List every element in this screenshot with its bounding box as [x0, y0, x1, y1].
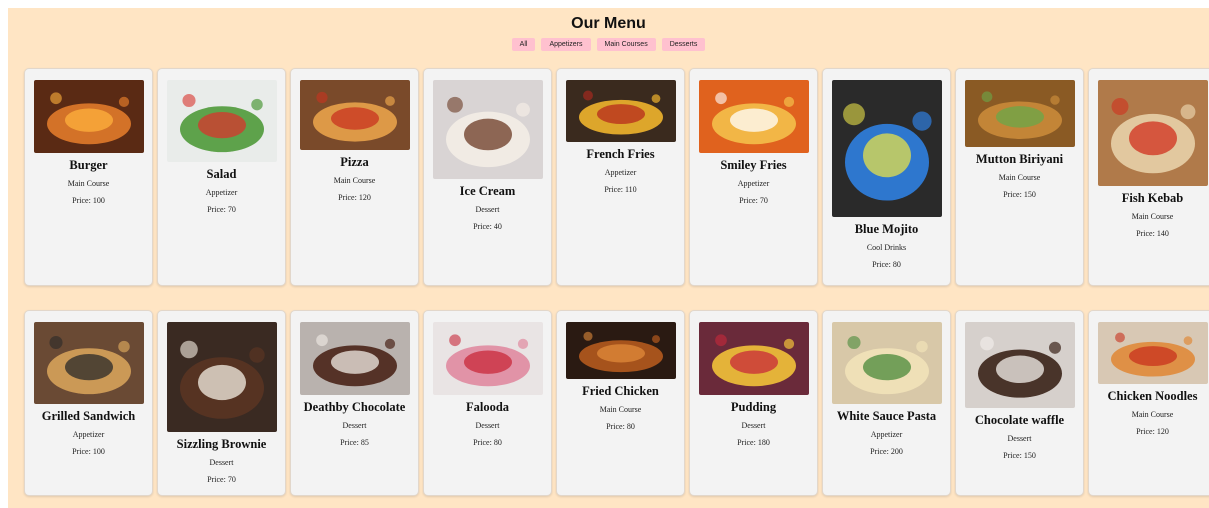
menu-card-burger[interactable]: Burger Main Course Price: 100 [24, 68, 153, 286]
item-category: Dessert [1007, 434, 1032, 443]
menu-card-french-fries[interactable]: French Fries Appetizer Price: 110 [556, 68, 685, 286]
item-category: Dessert [209, 458, 234, 467]
item-price: Price: 140 [1136, 229, 1169, 238]
food-image [432, 80, 543, 179]
menu-card-fried-chicken[interactable]: Fried Chicken Main Course Price: 80 [556, 310, 685, 496]
item-name: Chicken Noodles [1107, 389, 1198, 403]
filter-desserts-button[interactable]: Desserts [661, 38, 706, 51]
menu-card-grilled-sandwich[interactable]: Grilled Sandwich Appetizer Price: 100 [24, 310, 153, 496]
menu-card-white-sauce-pasta[interactable]: White Sauce Pasta Appetizer Price: 200 [822, 310, 951, 496]
menu-card-chicken-noodles[interactable]: Chicken Noodles Main Course Price: 120 [1088, 310, 1209, 496]
item-name: White Sauce Pasta [836, 409, 937, 423]
food-image [1097, 322, 1208, 384]
item-category: Main Course [599, 405, 642, 414]
item-category: Dessert [475, 421, 500, 430]
item-price: Price: 200 [870, 447, 903, 456]
menu-card-falooda[interactable]: Falooda Dessert Price: 80 [423, 310, 552, 496]
item-name: Pudding [730, 400, 777, 414]
item-price: Price: 70 [207, 205, 236, 214]
item-name: Chocolate waffle [974, 413, 1065, 427]
food-image [1097, 80, 1208, 186]
food-image [166, 322, 277, 432]
item-category: Main Course [67, 179, 110, 188]
item-price: Price: 70 [739, 196, 768, 205]
item-name: Grilled Sandwich [41, 409, 136, 423]
item-category: Main Course [1131, 212, 1174, 221]
menu-card-pudding[interactable]: Pudding Dessert Price: 180 [689, 310, 818, 496]
food-image [698, 322, 809, 395]
item-price: Price: 70 [207, 475, 236, 484]
food-image [299, 322, 410, 395]
item-price: Price: 85 [340, 438, 369, 447]
item-price: Price: 80 [606, 422, 635, 431]
item-name: Smiley Fries [720, 158, 787, 172]
filter-appetizers-button[interactable]: Appetizers [541, 38, 591, 51]
menu-card-mutton-biriyani[interactable]: Mutton Biriyani Main Course Price: 150 [955, 68, 1084, 286]
item-category: Main Course [333, 176, 376, 185]
food-image [964, 80, 1075, 147]
item-name: Deathby Chocolate [303, 400, 406, 414]
item-price: Price: 100 [72, 447, 105, 456]
menu-card-blue-mojito[interactable]: Blue Mojito Cool Drinks Price: 80 [822, 68, 951, 286]
menu-card-smiley-fries[interactable]: Smiley Fries Appetizer Price: 70 [689, 68, 818, 286]
filter-main-courses-button[interactable]: Main Courses [596, 38, 656, 51]
food-image [33, 80, 144, 153]
menu-page: Our Menu All Appetizers Main Courses Des… [8, 8, 1209, 508]
item-name: Blue Mojito [854, 222, 919, 236]
menu-row-1: Burger Main Course Price: 100 Salad Appetize… [24, 68, 1209, 286]
item-name: Ice Cream [459, 184, 516, 198]
item-category: Appetizer [737, 179, 770, 188]
item-price: Price: 100 [72, 196, 105, 205]
menu-card-pizza[interactable]: Pizza Main Course Price: 120 [290, 68, 419, 286]
item-category: Main Course [998, 173, 1041, 182]
menu-card-sizzling-brownie[interactable]: Sizzling Brownie Dessert Price: 70 [157, 310, 286, 496]
food-image [831, 322, 942, 404]
food-image [166, 80, 277, 162]
item-price: Price: 80 [872, 260, 901, 269]
menu-card-ice-cream[interactable]: Ice Cream Dessert Price: 40 [423, 68, 552, 286]
food-image [565, 80, 676, 142]
food-image [33, 322, 144, 404]
item-name: French Fries [586, 147, 655, 161]
item-price: Price: 120 [1136, 427, 1169, 436]
item-category: Dessert [342, 421, 367, 430]
menu-card-chocolate-waffle[interactable]: Chocolate waffle Dessert Price: 150 [955, 310, 1084, 496]
menu-card-fish-kebab[interactable]: Fish Kebab Main Course Price: 140 [1088, 68, 1209, 286]
item-category: Main Course [1131, 410, 1174, 419]
food-image [565, 322, 676, 379]
item-price: Price: 180 [737, 438, 770, 447]
filter-bar: All Appetizers Main Courses Desserts [8, 38, 1209, 51]
item-category: Appetizer [870, 430, 903, 439]
item-price: Price: 150 [1003, 190, 1036, 199]
item-price: Price: 120 [338, 193, 371, 202]
item-name: Burger [69, 158, 108, 172]
item-category: Appetizer [72, 430, 105, 439]
item-name: Falooda [465, 400, 510, 414]
item-name: Salad [206, 167, 237, 181]
food-image [698, 80, 809, 153]
item-price: Price: 80 [473, 438, 502, 447]
item-category: Appetizer [604, 168, 637, 177]
item-category: Dessert [475, 205, 500, 214]
item-category: Dessert [741, 421, 766, 430]
food-image [432, 322, 543, 395]
item-category: Appetizer [205, 188, 238, 197]
item-name: Pizza [340, 155, 369, 169]
item-name: Sizzling Brownie [176, 437, 267, 451]
item-name: Mutton Biriyani [975, 152, 1064, 166]
menu-card-salad[interactable]: Salad Appetizer Price: 70 [157, 68, 286, 286]
item-category: Cool Drinks [866, 243, 907, 252]
item-name: Fish Kebab [1121, 191, 1184, 205]
food-image [831, 80, 942, 217]
item-name: Fried Chicken [582, 384, 659, 398]
item-price: Price: 150 [1003, 451, 1036, 460]
food-image [964, 322, 1075, 408]
menu-row-2: Grilled Sandwich Appetizer Price: 100 Sizzl… [24, 310, 1209, 496]
filter-all-button[interactable]: All [511, 38, 536, 51]
item-price: Price: 110 [604, 185, 637, 194]
menu-card-deathby-chocolate[interactable]: Deathby Chocolate Dessert Price: 85 [290, 310, 419, 496]
food-image [299, 80, 410, 150]
item-price: Price: 40 [473, 222, 502, 231]
page-title: Our Menu [571, 15, 646, 32]
